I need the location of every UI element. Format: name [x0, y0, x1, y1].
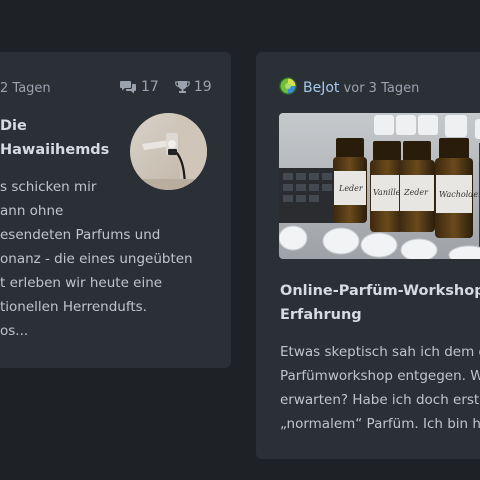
comment-count: 17: [141, 79, 159, 95]
excerpt-line: Parfümworkshop entgegen. W: [280, 368, 480, 384]
excerpt-line: Etwas skeptisch sah ich dem ge: [280, 344, 480, 360]
excerpt-line: erwarten? Habe ich doch erst s: [280, 392, 480, 408]
excerpt-line: esendeten Parfums und: [0, 227, 161, 243]
post-time: 2 Tagen: [0, 81, 51, 96]
post-meta: BeJot vor 3 Tagen: [303, 80, 419, 96]
article-title-line: Die: [0, 118, 27, 134]
excerpt-line: tionellen Herrendufts.: [0, 299, 147, 315]
article-image[interactable]: Leder Vanille Zeder Wacholder: [279, 113, 480, 259]
bottle-label: Vanille: [373, 188, 401, 197]
excerpt-line: os...: [0, 323, 29, 339]
author-link[interactable]: BeJot: [303, 80, 339, 96]
bottle-label: Leder: [338, 184, 364, 193]
bottle-label: Zeder: [403, 188, 429, 197]
article-card-parfuem-workshop[interactable]: BeJot vor 3 Tagen Leder Vanille Zeder Wa…: [256, 52, 480, 459]
post-stats: 17 19: [120, 79, 212, 95]
excerpt-line: „normalem“ Parfüm. Ich bin ha: [280, 416, 480, 432]
article-title-line: Hawaiihemds: [0, 142, 110, 158]
like-count: 19: [193, 79, 212, 95]
excerpt-line: s schicken mir: [0, 179, 97, 195]
article-card-hawaiihemd[interactable]: 2 Tagen 17 19 Die Hawaiihemds s schicken…: [0, 52, 231, 368]
article-title[interactable]: Online-Parfüm-Workshop .. Erfahrung: [280, 279, 480, 327]
article-title-line: Erfahrung: [280, 307, 362, 323]
post-time: vor 3 Tagen: [343, 81, 420, 96]
bottle-label: Wacholder: [439, 190, 480, 199]
comments-icon: [120, 81, 136, 94]
excerpt-line: ann ohne: [0, 203, 64, 219]
user-avatar[interactable]: [279, 77, 297, 95]
trophy-icon: [175, 81, 190, 93]
article-title-line: Online-Parfüm-Workshop ..: [280, 283, 480, 299]
excerpt-line: onanz - die eines ungeübten: [0, 251, 193, 267]
article-thumbnail[interactable]: [130, 113, 207, 190]
article-title[interactable]: Die Hawaiihemds: [0, 114, 130, 162]
excerpt-line: t erleben wir heute eine: [0, 275, 163, 291]
